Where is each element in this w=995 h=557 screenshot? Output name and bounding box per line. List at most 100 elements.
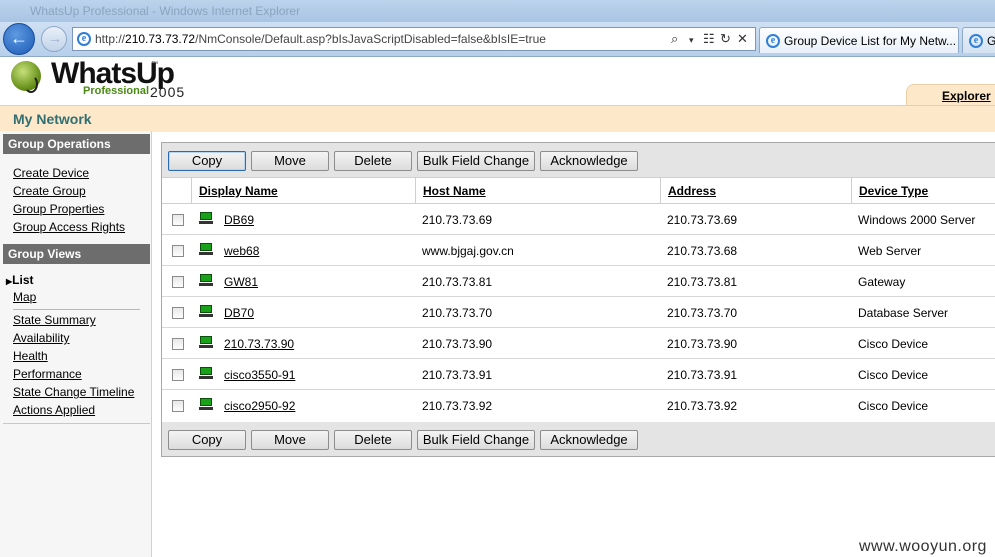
logo-edition: Professional: [83, 85, 150, 97]
delete-button[interactable]: Delete: [334, 430, 412, 450]
device-type-cell: Cisco Device: [858, 337, 929, 351]
address-cell: 210.73.73.81: [667, 275, 738, 289]
top-toolbar: Copy Move Delete Bulk Field Change Ackno…: [162, 143, 995, 177]
move-button[interactable]: Move: [251, 151, 329, 171]
ie-tab-icon: e: [969, 34, 983, 48]
group-operations-header: Group Operations: [3, 134, 150, 154]
browser-tab-active[interactable]: e Group Device List for My Netw...: [759, 27, 959, 53]
row-checkbox[interactable]: [172, 338, 184, 350]
device-display-name-link[interactable]: cisco2950-92: [224, 399, 295, 413]
ie-page-icon: e: [77, 32, 91, 46]
explorer-tab[interactable]: Explorer: [906, 84, 995, 106]
column-header-address[interactable]: Address: [660, 178, 852, 204]
table-header-row: Display Name Host Name Address Device Ty…: [162, 177, 995, 204]
row-checkbox[interactable]: [172, 307, 184, 319]
compat-icon[interactable]: ☷: [703, 31, 715, 47]
back-button[interactable]: ←: [3, 23, 35, 55]
host-name-cell: 210.73.73.70: [422, 306, 493, 320]
address-cell: 210.73.73.92: [667, 399, 738, 413]
stop-icon[interactable]: ✕: [737, 31, 748, 47]
device-display-name-link[interactable]: GW81: [224, 275, 258, 289]
row-checkbox[interactable]: [172, 214, 184, 226]
column-header-display-name[interactable]: Display Name: [191, 178, 416, 204]
browser-nav-bar: ← → e http://210.73.73.72/NmConsole/Defa…: [0, 22, 995, 57]
table-row: web68 www.bjgaj.gov.cn 210.73.73.68 Web …: [162, 235, 995, 266]
whatsup-logo-icon: [11, 61, 41, 93]
move-button[interactable]: Move: [251, 430, 329, 450]
device-monitor-icon: [199, 243, 213, 255]
table-row: DB70 210.73.73.70 210.73.73.70 Database …: [162, 297, 995, 328]
table-row: cisco2950-92 210.73.73.92 210.73.73.92 C…: [162, 390, 995, 421]
watermark: www.wooyun.org: [859, 538, 987, 555]
host-name-cell: www.bjgaj.gov.cn: [422, 244, 514, 258]
refresh-icon[interactable]: ↻: [720, 31, 731, 47]
logo-year: 2005: [150, 84, 186, 100]
host-name-cell: 210.73.73.81: [422, 275, 493, 289]
sidebar: Group Operations Create Device Create Gr…: [0, 131, 152, 557]
device-type-cell: Cisco Device: [858, 399, 929, 413]
divider: [3, 423, 150, 424]
device-display-name-link[interactable]: 210.73.73.90: [224, 337, 294, 351]
browser-title-bar: WhatsUp Professional - Windows Internet …: [0, 0, 995, 22]
acknowledge-button[interactable]: Acknowledge: [540, 151, 638, 171]
address-cell: 210.73.73.69: [667, 213, 738, 227]
browser-tab[interactable]: e Gr: [962, 27, 995, 53]
url-text[interactable]: http://210.73.73.72/NmConsole/Default.as…: [95, 32, 546, 46]
device-monitor-icon: [199, 212, 213, 224]
delete-button[interactable]: Delete: [334, 151, 412, 171]
device-display-name-link[interactable]: DB70: [224, 306, 254, 320]
tab-label: Group Device List for My Netw...: [784, 34, 957, 48]
device-display-name-link[interactable]: cisco3550-91: [224, 368, 295, 382]
device-type-cell: Cisco Device: [858, 368, 929, 382]
host-name-cell: 210.73.73.69: [422, 213, 493, 227]
forward-button[interactable]: →: [41, 26, 67, 52]
window-title: WhatsUp Professional - Windows Internet …: [30, 4, 301, 18]
sidebar-link-create-group[interactable]: Create Group: [13, 184, 86, 198]
column-header-device-type[interactable]: Device Type: [851, 178, 995, 204]
bulk-field-change-button[interactable]: Bulk Field Change: [417, 151, 535, 171]
device-monitor-icon: [199, 274, 213, 286]
logo-trademark: ™: [151, 61, 158, 68]
bulk-field-change-button[interactable]: Bulk Field Change: [417, 430, 535, 450]
row-checkbox[interactable]: [172, 369, 184, 381]
sidebar-link-health[interactable]: Health: [13, 349, 48, 363]
address-cell: 210.73.73.70: [667, 306, 738, 320]
device-display-name-link[interactable]: web68: [224, 244, 259, 258]
sidebar-link-performance[interactable]: Performance: [13, 367, 82, 381]
row-checkbox[interactable]: [172, 400, 184, 412]
host-name-cell: 210.73.73.90: [422, 337, 493, 351]
dropdown-icon[interactable]: ▾: [689, 35, 694, 46]
tab-label: Gr: [987, 34, 995, 48]
sidebar-link-actions-applied[interactable]: Actions Applied: [13, 403, 95, 417]
row-checkbox[interactable]: [172, 276, 184, 288]
copy-button[interactable]: Copy: [168, 430, 246, 450]
device-type-cell: Gateway: [858, 275, 906, 289]
sidebar-link-availability[interactable]: Availability: [13, 331, 69, 345]
host-name-cell: 210.73.73.91: [422, 368, 493, 382]
sidebar-link-map[interactable]: Map: [13, 290, 36, 304]
explorer-tab-label[interactable]: Explorer: [942, 89, 991, 103]
table-row: 210.73.73.90 210.73.73.90 210.73.73.90 C…: [162, 328, 995, 359]
device-monitor-icon: [199, 398, 213, 410]
device-monitor-icon: [199, 367, 213, 379]
sidebar-link-create-device[interactable]: Create Device: [13, 166, 89, 180]
row-checkbox[interactable]: [172, 245, 184, 257]
ie-tab-icon: e: [766, 34, 780, 48]
search-icon[interactable]: ⌕: [671, 31, 678, 47]
acknowledge-button[interactable]: Acknowledge: [540, 430, 638, 450]
bottom-toolbar: Copy Move Delete Bulk Field Change Ackno…: [162, 422, 995, 456]
copy-button[interactable]: Copy: [168, 151, 246, 171]
sidebar-link-group-access-rights[interactable]: Group Access Rights: [13, 220, 125, 234]
sidebar-link-group-properties[interactable]: Group Properties: [13, 202, 104, 216]
sidebar-link-state-summary[interactable]: State Summary: [13, 313, 96, 327]
device-type-cell: Database Server: [858, 306, 949, 320]
device-display-name-link[interactable]: DB69: [224, 213, 254, 227]
sidebar-link-state-change-timeline[interactable]: State Change Timeline: [13, 385, 134, 399]
sidebar-item-list-active[interactable]: ▶List: [6, 273, 34, 287]
address-bar[interactable]: e http://210.73.73.72/NmConsole/Default.…: [72, 27, 756, 51]
divider: [13, 309, 140, 310]
device-type-cell: Web Server: [858, 244, 922, 258]
device-type-cell: Windows 2000 Server: [858, 213, 976, 227]
section-title-bar: My Network: [0, 105, 995, 132]
column-header-host-name[interactable]: Host Name: [415, 178, 661, 204]
